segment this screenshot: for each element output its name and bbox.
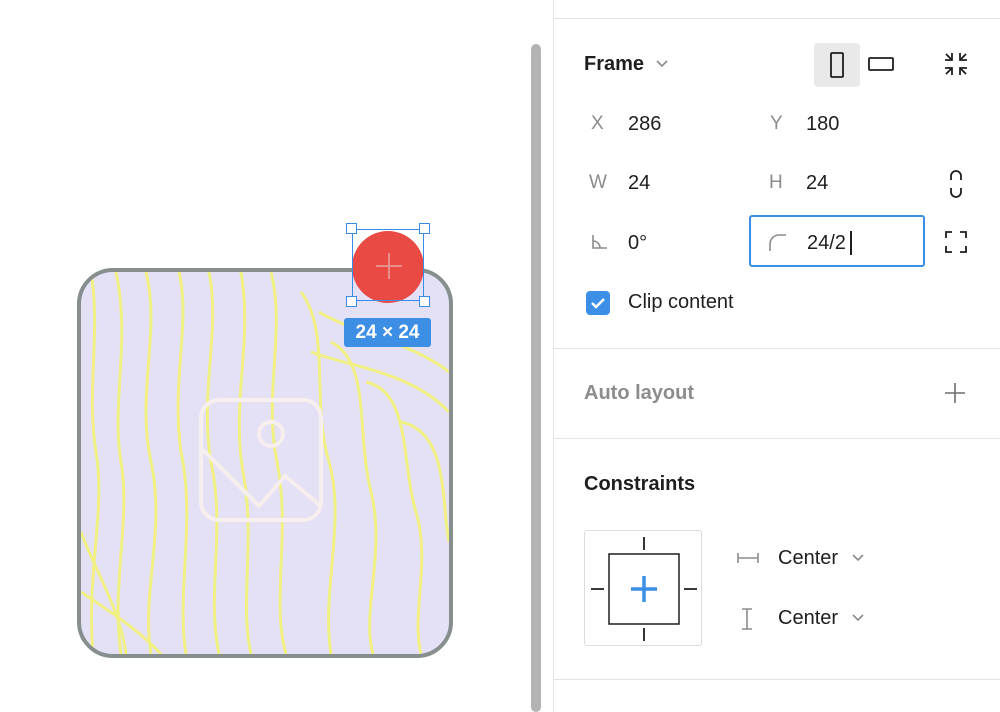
resize-handle-bottom-left[interactable]: [346, 296, 357, 307]
auto-layout-title: Auto layout: [584, 382, 694, 404]
frame-section-title[interactable]: Frame: [584, 53, 644, 76]
horizontal-constraint-icon: [737, 553, 759, 563]
constraints-diagram: [591, 537, 697, 641]
vertical-constraint-icon: [742, 608, 752, 630]
constraints-widget[interactable]: [584, 530, 702, 646]
checkmark-icon: [591, 298, 605, 309]
independent-corners-icon[interactable]: [944, 230, 968, 254]
h-input[interactable]: 24: [806, 172, 828, 195]
divider: [554, 438, 1000, 439]
resize-handle-top-right[interactable]: [419, 223, 430, 234]
constrain-proportions-icon[interactable]: [947, 169, 965, 199]
image-placeholder-icon: [199, 398, 323, 522]
clip-content-label[interactable]: Clip content: [628, 291, 734, 314]
divider: [554, 348, 1000, 349]
resize-handle-top-left[interactable]: [346, 223, 357, 234]
x-label: X: [591, 113, 604, 134]
portrait-icon: [830, 52, 844, 78]
y-input[interactable]: 180: [806, 113, 839, 136]
horizontal-constraint-select[interactable]: Center: [778, 547, 838, 570]
portrait-orientation-button[interactable]: [814, 43, 860, 87]
text-cursor: [850, 231, 852, 255]
corner-radius-input[interactable]: 24/2: [807, 232, 846, 255]
selection-outline: [352, 229, 424, 301]
chevron-down-icon[interactable]: [655, 59, 669, 69]
constraints-title: Constraints: [584, 473, 696, 495]
chevron-down-icon[interactable]: [851, 553, 865, 563]
rotation-icon: [592, 235, 607, 249]
vertical-constraint-select[interactable]: Center: [778, 607, 838, 630]
properties-panel: Frame X 286 Y 180 W 24 H 24 0° 24/2 Clip…: [553, 0, 1000, 712]
canvas-scrollbar[interactable]: [531, 44, 541, 712]
divider: [554, 18, 1000, 19]
chevron-down-icon[interactable]: [851, 613, 865, 623]
w-label: W: [589, 172, 607, 193]
add-auto-layout-icon[interactable]: [944, 382, 966, 404]
selection-size-label: 24 × 24: [344, 318, 431, 347]
landscape-icon[interactable]: [867, 53, 897, 75]
rotation-input[interactable]: 0°: [628, 232, 647, 255]
resize-to-fit-icon[interactable]: [943, 51, 969, 77]
y-label: Y: [770, 113, 783, 134]
canvas[interactable]: 24 × 24: [0, 0, 552, 712]
corner-radius-icon: [769, 234, 786, 251]
divider: [554, 679, 1000, 680]
h-label: H: [769, 172, 783, 193]
w-input[interactable]: 24: [628, 172, 650, 195]
resize-handle-bottom-right[interactable]: [419, 296, 430, 307]
x-input[interactable]: 286: [628, 113, 661, 136]
clip-content-checkbox[interactable]: [586, 291, 610, 315]
